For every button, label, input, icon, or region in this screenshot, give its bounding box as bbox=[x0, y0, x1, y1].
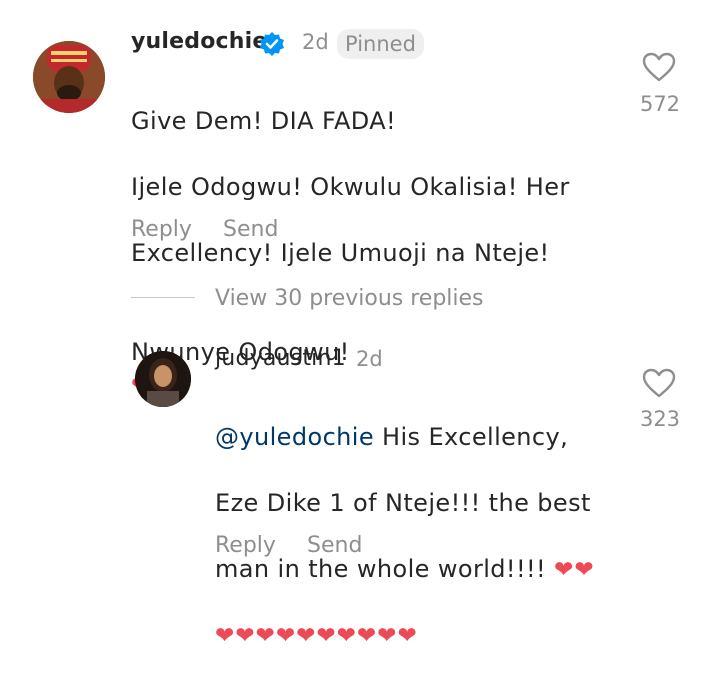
avatar-yuledochie[interactable] bbox=[33, 41, 105, 113]
like-count: 572 bbox=[639, 92, 681, 116]
view-previous-replies[interactable]: View 30 previous replies bbox=[215, 286, 484, 311]
reply-line-2: Eze Dike 1 of Nteje!!! the best bbox=[215, 489, 591, 517]
mention-link[interactable]: @yuledochie bbox=[215, 423, 374, 451]
reply-heart-emojis-2: ❤❤❤❤❤❤❤❤❤❤ bbox=[215, 623, 418, 649]
reply-line-3-text: man in the whole world!!!! bbox=[215, 555, 547, 583]
reply-line-1: @yuledochie His Excellency, bbox=[215, 421, 635, 454]
reply-text: @yuledochie His Excellency, Eze Dike 1 o… bbox=[215, 388, 635, 686]
reply-reply-button[interactable]: Reply bbox=[215, 533, 276, 558]
reply-username[interactable]: judyaustin1 bbox=[215, 346, 346, 371]
reply-line-1-text: His Excellency, bbox=[374, 423, 569, 451]
comment-username[interactable]: yuledochie bbox=[131, 29, 268, 54]
comment-line-3: Excellency! Ijele Umuoji na Nteje! bbox=[131, 239, 550, 267]
replies-divider bbox=[131, 297, 195, 298]
reply-like-count: 323 bbox=[639, 407, 681, 431]
send-button[interactable]: Send bbox=[223, 217, 278, 242]
reply-line-3: man in the whole world!!!! ❤❤ bbox=[215, 553, 635, 587]
avatar-judyaustin1[interactable] bbox=[135, 351, 191, 407]
reply-age: 2d bbox=[356, 347, 383, 371]
like-heart-icon[interactable] bbox=[642, 52, 676, 86]
comment-line-1: Give Dem! DIA FADA! bbox=[131, 107, 397, 135]
reply-send-button[interactable]: Send bbox=[307, 533, 362, 558]
verified-badge-icon bbox=[258, 31, 286, 63]
comment-line-2: Ijele Odogwu! Okwulu Okalisia! Her bbox=[131, 173, 570, 201]
reply-like-heart-icon[interactable] bbox=[642, 368, 676, 402]
comment-age: 2d bbox=[302, 30, 329, 54]
reply-heart-emojis-1: ❤❤ bbox=[554, 557, 595, 583]
comment-text: Give Dem! DIA FADA! Ijele Odogwu! Okwulu… bbox=[131, 72, 601, 436]
pinned-badge: Pinned bbox=[337, 29, 424, 59]
reply-button[interactable]: Reply bbox=[131, 217, 192, 242]
